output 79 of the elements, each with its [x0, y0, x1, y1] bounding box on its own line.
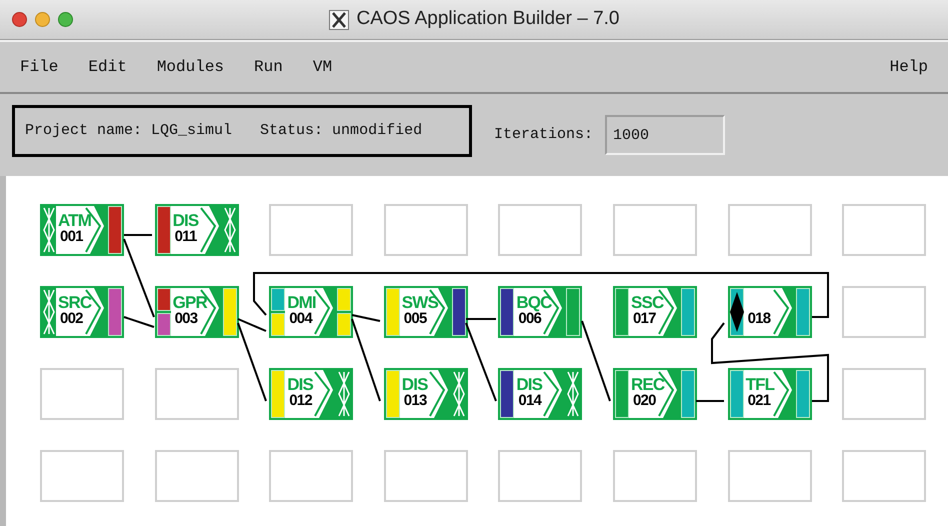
- module-name: DIS: [287, 376, 314, 393]
- module-number: 018: [746, 311, 772, 326]
- menu-item[interactable]: Run: [254, 55, 283, 79]
- iterations-field[interactable]: 1000: [605, 115, 726, 155]
- help-menu[interactable]: Help: [890, 55, 928, 79]
- connector-line: [124, 234, 152, 236]
- empty-slot[interactable]: [269, 450, 354, 502]
- iterations-label: Iterations:: [494, 124, 594, 145]
- close-button[interactable]: [12, 12, 27, 27]
- menu-item[interactable]: Modules: [156, 55, 224, 79]
- no-port-icon: [222, 206, 237, 254]
- empty-slot[interactable]: [269, 204, 354, 256]
- module-number: 003: [174, 311, 198, 326]
- module-block[interactable]: BQC 006: [498, 286, 582, 338]
- module-name: TFL: [746, 376, 776, 393]
- no-port-icon: [42, 206, 56, 254]
- module-number: 006: [518, 311, 542, 326]
- module-name: ATM: [58, 212, 92, 229]
- module-number: 012: [288, 393, 314, 408]
- menu-item[interactable]: Edit: [88, 55, 127, 79]
- port[interactable]: [452, 288, 466, 336]
- module-name: DIS: [172, 212, 200, 229]
- module-block[interactable]: SWS 005: [384, 286, 468, 338]
- project-status: Status: unmodified: [260, 120, 422, 141]
- module-block[interactable]: SRC 002: [40, 286, 124, 338]
- module-number: 004: [288, 311, 314, 326]
- no-port-icon: [452, 370, 466, 418]
- module-block[interactable]: 018: [728, 286, 812, 338]
- empty-slot[interactable]: [612, 450, 697, 502]
- empty-slot[interactable]: [612, 204, 697, 256]
- empty-slot[interactable]: [154, 368, 239, 420]
- no-port-icon: [42, 288, 56, 336]
- module-number: 020: [632, 393, 657, 408]
- x-logo-icon: [328, 10, 348, 30]
- module-name: BQC: [516, 294, 553, 311]
- empty-slot[interactable]: [728, 204, 812, 256]
- module-name: SRC: [58, 294, 92, 311]
- module-name: GPR: [172, 294, 208, 311]
- module-number: 002: [59, 311, 84, 326]
- empty-slot[interactable]: [498, 204, 582, 256]
- no-port-icon: [337, 370, 352, 418]
- module-number: 014: [517, 393, 543, 408]
- module-name: SWS: [402, 294, 440, 311]
- empty-slot[interactable]: [40, 368, 124, 420]
- module-number: 017: [632, 311, 657, 326]
- menu-item[interactable]: File: [20, 55, 58, 79]
- empty-slot[interactable]: [842, 286, 926, 338]
- empty-slot[interactable]: [384, 450, 468, 502]
- module-name: SSC: [630, 294, 665, 311]
- module-number: 021: [746, 393, 772, 408]
- module-block[interactable]: DIS 011: [154, 204, 239, 256]
- module-number: 005: [402, 311, 428, 326]
- module-name: REC: [630, 376, 666, 393]
- empty-slot[interactable]: [154, 450, 239, 502]
- module-number: 001: [59, 229, 84, 244]
- module-block[interactable]: ATM 001: [40, 204, 124, 256]
- module-block[interactable]: DIS 014: [498, 368, 582, 420]
- module-number: 011: [174, 229, 198, 244]
- module-name: DMI: [287, 294, 317, 311]
- module-name: DIS: [402, 376, 429, 393]
- empty-slot[interactable]: [842, 450, 926, 502]
- module-number: 013: [402, 393, 428, 408]
- empty-slot[interactable]: [842, 204, 926, 256]
- empty-slot[interactable]: [728, 450, 812, 502]
- port[interactable]: [500, 288, 514, 336]
- project-name: Project name: LQG_simul: [25, 120, 232, 141]
- empty-slot[interactable]: [842, 368, 926, 420]
- module-name: DIS: [516, 376, 544, 393]
- empty-slot[interactable]: [40, 450, 124, 502]
- empty-slot[interactable]: [498, 450, 582, 502]
- module-block[interactable]: DIS 012: [269, 368, 354, 420]
- no-port-icon: [566, 370, 580, 418]
- module-block[interactable]: DIS 013: [384, 368, 468, 420]
- port[interactable]: [500, 370, 514, 418]
- menu-item[interactable]: VM: [312, 55, 332, 79]
- zoom-button[interactable]: [58, 12, 73, 27]
- window-title: CAOS Application Builder – 7.0: [356, 7, 620, 32]
- empty-slot[interactable]: [384, 204, 468, 256]
- minimize-button[interactable]: [35, 12, 50, 27]
